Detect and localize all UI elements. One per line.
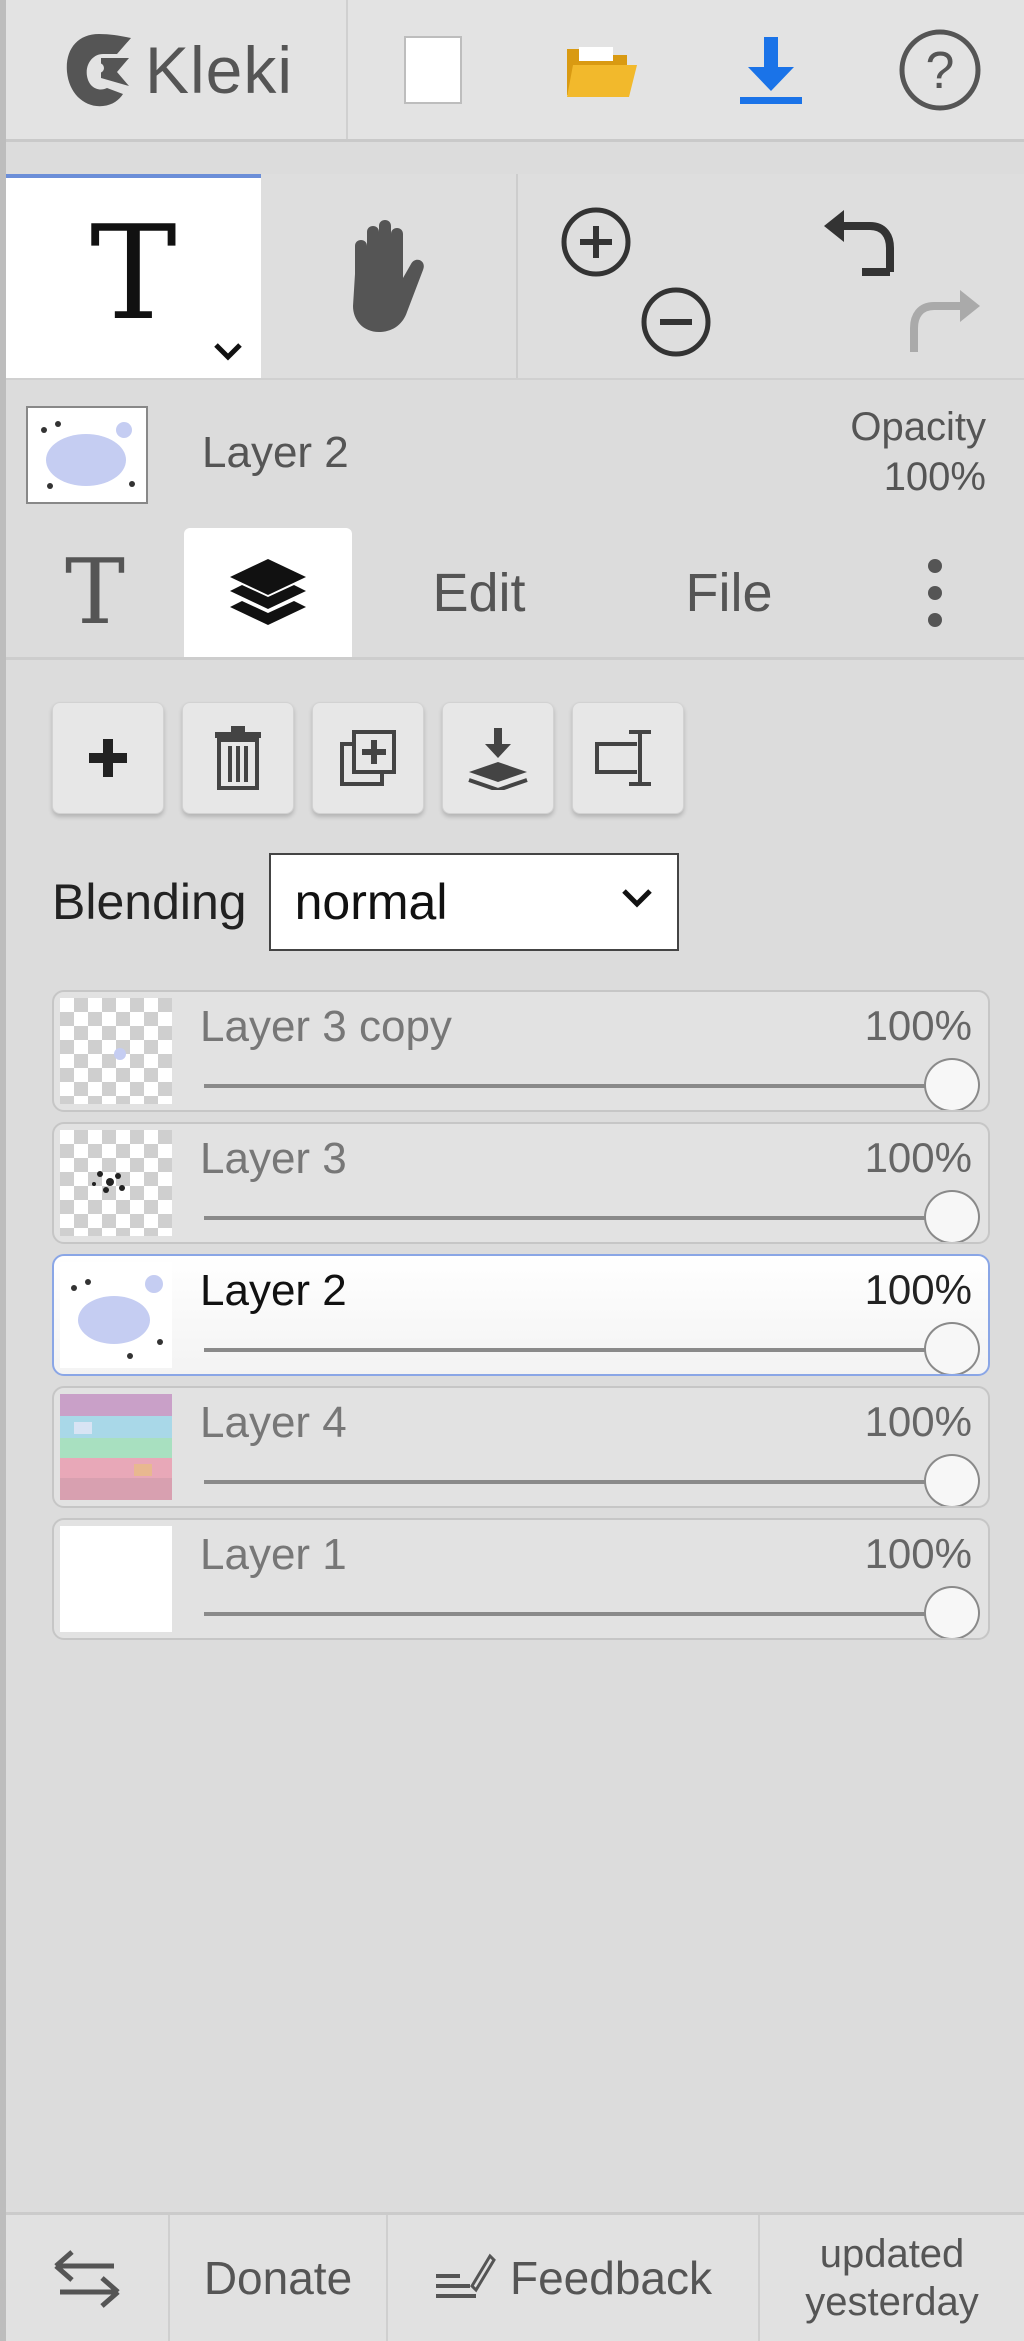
app-name: Kleki [144, 32, 294, 107]
feedback-label: Feedback [509, 2252, 712, 2304]
panel-tabs: T Edit File [6, 528, 1024, 660]
layer-name[interactable]: Layer 3 [200, 1134, 347, 1184]
layer-opacity-value: 100% [864, 1398, 972, 1445]
duplicate-layer-button[interactable] [312, 702, 424, 814]
plus-icon [89, 739, 127, 777]
blending-value: normal [294, 874, 448, 930]
rename-icon [595, 730, 651, 786]
layers-icon [230, 558, 306, 625]
updated-line-1: updated [819, 2232, 965, 2276]
layer-row-layer-3-copy[interactable]: Layer 3 copy 100% [52, 990, 990, 1112]
layer-opacity-handle[interactable] [924, 1322, 980, 1374]
layer-opacity-handle[interactable] [924, 1454, 980, 1506]
help-icon: ? [899, 29, 980, 110]
layer-thumbnail-image [41, 421, 135, 489]
layer-opacity-value: 100% [864, 1266, 972, 1313]
add-layer-button[interactable] [52, 702, 164, 814]
merge-down-button[interactable] [442, 702, 554, 814]
kleki-logo-icon [66, 33, 131, 106]
save-image-button[interactable] [686, 0, 855, 139]
blending-select[interactable]: normal [268, 853, 679, 951]
kleki-logo[interactable]: Kleki [6, 0, 348, 139]
current-layer-name: Layer 2 [202, 428, 349, 477]
swap-sides-button[interactable] [6, 2215, 170, 2341]
layer-thumbnail [60, 1394, 172, 1500]
feedback-button[interactable]: Feedback [388, 2215, 760, 2341]
layer-thumbnail [60, 1526, 172, 1632]
layer-opacity-slider[interactable] [204, 1216, 948, 1220]
opacity-value: 100% [883, 455, 986, 499]
more-vertical-icon [928, 558, 942, 627]
help-button[interactable]: ? [855, 0, 1024, 139]
new-image-button[interactable] [348, 0, 517, 139]
undo-icon[interactable] [822, 206, 902, 278]
blending-row: Blending normal [52, 852, 679, 952]
zoom-in-icon[interactable] [558, 204, 634, 280]
current-layer-thumbnail[interactable] [26, 406, 148, 504]
new-image-icon [403, 35, 462, 104]
layer-opacity-value: 100% [864, 1002, 972, 1049]
text-tool-icon: T [90, 197, 177, 349]
duplicate-icon [340, 730, 396, 786]
top-bar: Kleki ? [6, 0, 1024, 142]
tab-edit[interactable]: Edit [352, 528, 606, 657]
swap-arrows-icon [54, 2250, 120, 2308]
current-layer-preview: Layer 2 Opacity 100% [6, 380, 1024, 510]
svg-text:?: ? [925, 42, 954, 100]
zoom-controls [518, 174, 773, 378]
layer-opacity-value: 100% [864, 1530, 972, 1577]
layer-thumbnail [60, 1262, 172, 1368]
layer-row-layer-4[interactable]: Layer 4 100% [52, 1386, 990, 1508]
kleki-app: Kleki ? T Layer 2 Opacity 100% T Edit Fi… [0, 0, 1024, 2341]
layer-opacity-handle[interactable] [924, 1058, 980, 1110]
updated-line-2: yesterday [805, 2280, 979, 2324]
layer-name[interactable]: Layer 3 copy [200, 1002, 452, 1052]
layer-name[interactable]: Layer 4 [200, 1398, 347, 1448]
layer-opacity-slider[interactable] [204, 1084, 948, 1088]
zoom-out-icon[interactable] [638, 284, 714, 360]
download-icon [739, 36, 802, 104]
opacity-label: Opacity [850, 405, 986, 449]
feedback-pen-icon [435, 2253, 496, 2298]
more-menu-button[interactable] [852, 528, 1018, 657]
hand-tool-icon [353, 220, 424, 332]
layer-row-layer-1[interactable]: Layer 1 100% [52, 1518, 990, 1640]
history-controls [772, 174, 1024, 378]
layer-opacity-value: 100% [864, 1134, 972, 1181]
layer-opacity-handle[interactable] [924, 1190, 980, 1242]
delete-layer-button[interactable] [182, 702, 294, 814]
text-tool-tab-icon: T [64, 540, 126, 645]
layer-opacity-handle[interactable] [924, 1586, 980, 1638]
layer-opacity-slider[interactable] [204, 1348, 948, 1352]
layer-opacity-slider[interactable] [204, 1480, 948, 1484]
layer-row-layer-2[interactable]: Layer 2 100% [52, 1254, 990, 1376]
layer-opacity-slider[interactable] [204, 1612, 948, 1616]
layer-row-layer-3[interactable]: Layer 3 100% [52, 1122, 990, 1244]
layer-name[interactable]: Layer 2 [200, 1266, 347, 1316]
layer-list: Layer 3 copy 100% Layer 3 100% Layer 2 1… [52, 990, 990, 1650]
layer-name[interactable]: Layer 1 [200, 1530, 347, 1580]
open-folder-icon [566, 46, 637, 97]
blending-label: Blending [52, 874, 247, 930]
layer-actions [52, 702, 684, 814]
hand-tool-button[interactable] [261, 174, 516, 378]
redo-icon[interactable] [902, 280, 982, 356]
tab-tool-settings[interactable]: T [6, 528, 184, 657]
chevron-down-icon[interactable] [213, 342, 243, 362]
merge-down-icon [468, 728, 528, 790]
text-tool-button[interactable]: T [6, 174, 261, 378]
donate-button[interactable]: Donate [170, 2215, 388, 2341]
changelog-link[interactable]: updated yesterday [760, 2215, 1024, 2341]
tab-file[interactable]: File [606, 528, 852, 657]
layer-thumbnail [60, 1130, 172, 1236]
open-image-button[interactable] [517, 0, 686, 139]
tab-layers[interactable] [184, 528, 352, 657]
tool-row: T [6, 174, 1024, 380]
current-layer-opacity[interactable]: Opacity 100% [850, 402, 986, 502]
trash-icon [215, 726, 261, 790]
bottom-bar: Donate Feedback updated yesterday [6, 2212, 1024, 2341]
layer-thumbnail [60, 998, 172, 1104]
chevron-down-icon [621, 889, 652, 908]
rename-layer-button[interactable] [572, 702, 684, 814]
